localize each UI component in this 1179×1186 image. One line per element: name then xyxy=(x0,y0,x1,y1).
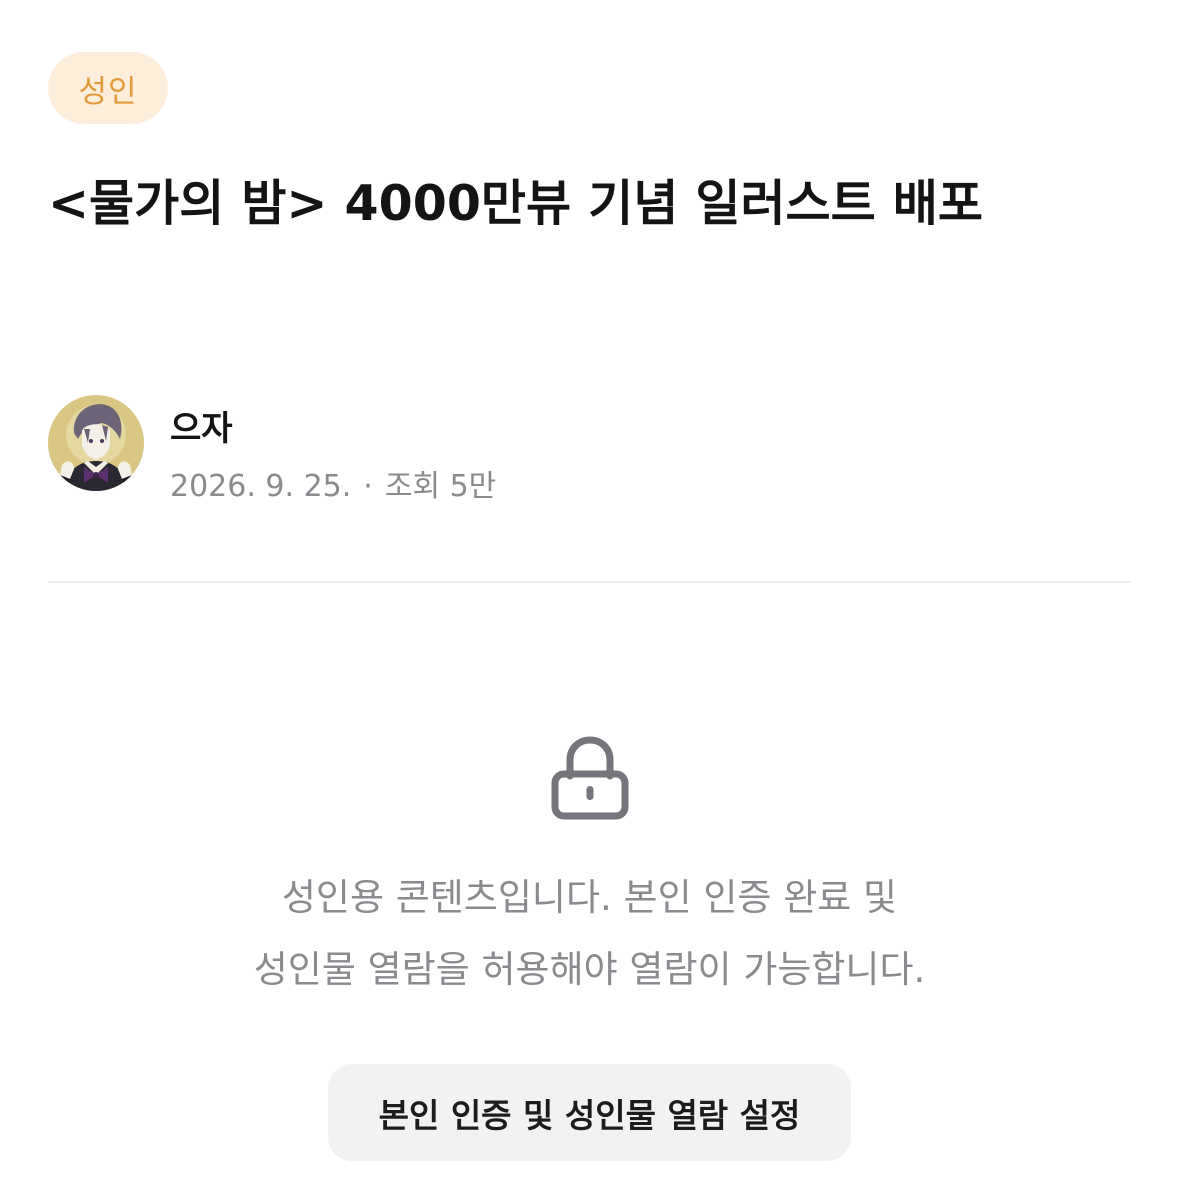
verify-button-label: 본인 인증 및 성인물 열람 설정 xyxy=(378,1095,801,1135)
adult-badge-label: 성인 xyxy=(78,73,138,110)
lock-icon xyxy=(551,736,629,820)
view-count: 조회 5만 xyxy=(384,469,497,504)
author-block: 으자 2026. 9. 25. · 조회 5만 xyxy=(48,395,1131,504)
notice-line-1: 성인용 콘텐츠입니다. 본인 인증 완료 및 xyxy=(281,876,898,919)
section-divider xyxy=(48,581,1131,583)
character-portrait-avatar-icon xyxy=(48,395,144,491)
adult-content-notice: 성인용 콘텐츠입니다. 본인 인증 완료 및 성인물 열람을 허용해야 열람이 … xyxy=(100,862,1079,1006)
post-date: 2026. 9. 25. xyxy=(170,469,352,504)
post-title: <물가의 밤> 4000만뷰 기념 일러스트 배포 xyxy=(48,175,983,232)
meta-separator: · xyxy=(363,469,373,504)
notice-line-2: 성인물 열람을 허용해야 열람이 가능합니다. xyxy=(253,948,926,991)
post-meta: 2026. 9. 25. · 조회 5만 xyxy=(170,461,496,505)
adult-badge: 성인 xyxy=(48,52,168,124)
author-name[interactable]: 으자 xyxy=(170,401,233,450)
post-page: 성인 <물가의 밤> 4000만뷰 기념 일러스트 배포 으자 2026. 9.… xyxy=(0,0,1179,1186)
verify-and-allow-adult-button[interactable]: 본인 인증 및 성인물 열람 설정 xyxy=(328,1064,851,1161)
author-avatar[interactable] xyxy=(48,395,144,491)
